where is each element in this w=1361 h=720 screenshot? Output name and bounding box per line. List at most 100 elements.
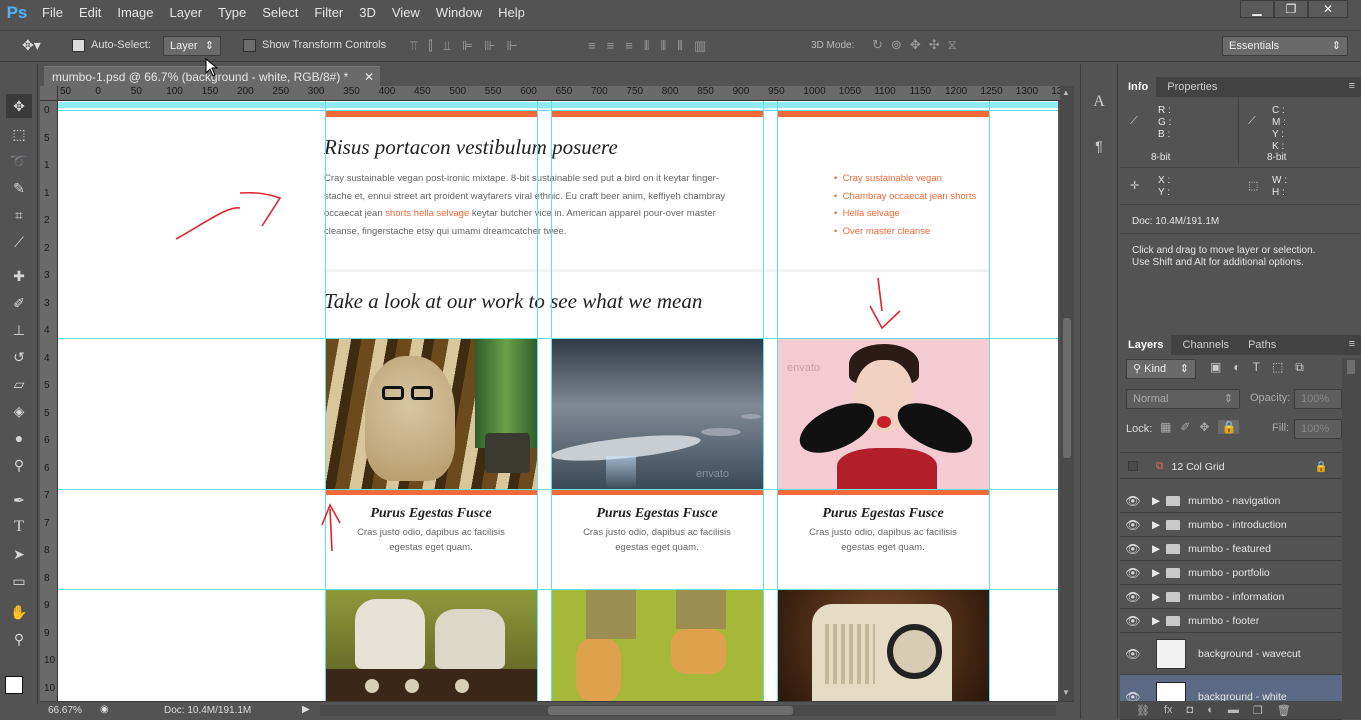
stamp-tool-icon[interactable]: ⊥ (6, 318, 32, 342)
zoom-level[interactable]: 66.67% (48, 705, 82, 716)
link-layers-icon[interactable]: ⛓ (1136, 704, 1150, 717)
layer-row[interactable]: 👁 ▶ mumbo - featured (1120, 537, 1342, 561)
menu-3d[interactable]: 3D (351, 0, 384, 26)
tab-layers[interactable]: Layers (1120, 335, 1172, 355)
layer-mask-icon[interactable]: ◘ (1187, 704, 1194, 716)
path-select-icon[interactable]: ➤ (6, 542, 32, 566)
crop-tool-icon[interactable]: ⌗ (6, 203, 32, 227)
filter-shape-icon[interactable]: ⬚ (1272, 360, 1283, 375)
type-tool-icon[interactable]: T (6, 515, 32, 539)
auto-select-checkbox[interactable] (72, 39, 85, 55)
distribute-bottom-icon[interactable]: ≡ (625, 38, 633, 54)
layers-scrollbar[interactable] (1342, 358, 1361, 719)
eye-icon[interactable]: 👁 (1120, 647, 1146, 661)
eye-icon[interactable]: 👁 (1120, 542, 1146, 556)
menu-help[interactable]: Help (490, 0, 533, 26)
layer-row[interactable]: 👁 ▶ mumbo - footer (1120, 609, 1342, 633)
horizontal-scrollbar[interactable] (320, 705, 1056, 716)
new-layer-icon[interactable]: ❐ (1253, 704, 1263, 717)
blur-tool-icon[interactable]: ● (6, 426, 32, 450)
menu-view[interactable]: View (384, 0, 428, 26)
align-left-icon[interactable]: ⊫ (462, 38, 473, 54)
restore-icon[interactable]: ❐ (1274, 0, 1308, 18)
layer-row[interactable]: 👁 ▶ mumbo - introduction (1120, 513, 1342, 537)
blend-mode-dropdown[interactable]: Normal ⇕ (1126, 389, 1240, 409)
3d-slide-icon[interactable]: ✣ (929, 37, 940, 53)
tab-properties[interactable]: Properties (1159, 77, 1225, 97)
filter-pixel-icon[interactable]: ▣ (1210, 360, 1221, 375)
expand-arrow-icon[interactable]: ▶ (1152, 495, 1160, 507)
shape-tool-icon[interactable]: ▭ (6, 569, 32, 593)
pen-tool-icon[interactable]: ✒ (6, 488, 32, 512)
panel-menu-icon[interactable]: ≡ (1349, 80, 1355, 92)
align-hcenter-icon[interactable]: ⊪ (484, 38, 495, 54)
expand-arrow-icon[interactable]: ▶ (1152, 543, 1160, 555)
menu-file[interactable]: File (34, 0, 71, 26)
align-top-icon[interactable]: ⫪ (410, 38, 417, 54)
distribute-left-icon[interactable]: ⦀ (644, 38, 650, 54)
lock-position-icon[interactable]: ✥ (1199, 420, 1209, 434)
hand-tool-icon[interactable]: ✋ (6, 600, 32, 624)
status-icon[interactable]: ◉ (100, 704, 109, 715)
show-transform-checkbox[interactable] (243, 39, 256, 55)
distribute-top-icon[interactable]: ≡ (588, 38, 596, 54)
filter-adjustment-icon[interactable]: ◐ (1233, 360, 1240, 375)
3d-orbit-icon[interactable]: ↻ (872, 37, 883, 53)
eraser-tool-icon[interactable]: ▱ (6, 372, 32, 396)
scroll-down-icon[interactable]: ▼ (1062, 688, 1070, 697)
menu-image[interactable]: Image (109, 0, 161, 26)
new-group-icon[interactable]: ▬ (1228, 704, 1239, 716)
distribute-right-icon[interactable]: ⦀ (677, 38, 683, 54)
quick-select-tool-icon[interactable]: ✎ (6, 176, 32, 200)
history-brush-icon[interactable]: ↺ (6, 345, 32, 369)
expand-arrow-icon[interactable]: ▶ (1152, 591, 1160, 603)
panel-menu-icon[interactable]: ≡ (1349, 338, 1355, 350)
intro-link[interactable]: shorts hella selvage (385, 208, 469, 219)
align-bottom-icon[interactable]: ⫫ (444, 38, 451, 54)
lock-all-icon[interactable]: 🔒 (1218, 420, 1240, 434)
3d-pan-icon[interactable]: ✥ (910, 37, 921, 53)
move-tool-icon[interactable]: ✥▾ (22, 37, 41, 54)
brush-tool-icon[interactable]: ✐ (6, 291, 32, 315)
scroll-thumb[interactable] (1063, 318, 1071, 458)
fill-field[interactable]: 100% (1294, 419, 1342, 439)
zoom-tool-icon[interactable]: ⚲ (6, 627, 32, 651)
adjustment-layer-icon[interactable]: ◐ (1207, 704, 1214, 716)
hscroll-thumb[interactable] (548, 706, 793, 715)
distribute-hcenter-icon[interactable]: ⦀ (661, 38, 667, 54)
tab-channels[interactable]: Channels (1175, 335, 1237, 355)
scroll-up-icon[interactable]: ▲ (1062, 88, 1070, 97)
foreground-color-swatch[interactable] (5, 676, 23, 694)
align-right-icon[interactable]: ⊩ (507, 38, 518, 54)
layer-row[interactable]: 👁 ▶ mumbo - information (1120, 585, 1342, 609)
menu-select[interactable]: Select (254, 0, 306, 26)
character-panel-icon[interactable]: A (1085, 88, 1113, 116)
layers-scroll-thumb[interactable] (1347, 360, 1355, 374)
delete-layer-icon[interactable]: 🗑 (1277, 704, 1291, 717)
layer-row[interactable]: ⧉ 12 Col Grid 🔒 (1120, 455, 1342, 479)
dodge-tool-icon[interactable]: ⚲ (6, 453, 32, 477)
lock-pixels-icon[interactable]: ✐ (1180, 420, 1190, 434)
layer-row[interactable]: 👁 background - wavecut (1120, 633, 1342, 675)
expand-arrow-icon[interactable]: ▶ (1152, 615, 1160, 627)
move-tool-icon[interactable]: ✥ (6, 94, 32, 118)
paragraph-panel-icon[interactable]: ¶ (1085, 132, 1113, 160)
expand-arrow-icon[interactable]: ▶ (1152, 519, 1160, 531)
menu-type[interactable]: Type (210, 0, 254, 26)
menu-layer[interactable]: Layer (162, 0, 211, 26)
3d-scale-icon[interactable]: ⧖ (948, 37, 957, 53)
eye-icon[interactable]: 👁 (1120, 590, 1146, 604)
eyedropper-tool-icon[interactable]: ⟋ (6, 230, 32, 254)
close-icon[interactable]: ✕ (1308, 0, 1348, 18)
document-canvas[interactable]: Risus portacon vestibulum posuere Cray s… (58, 101, 1058, 701)
align-vcenter-icon[interactable]: ⫿ (428, 38, 432, 54)
layer-row[interactable]: 👁 ▶ mumbo - navigation (1120, 489, 1342, 513)
visibility-toggle[interactable] (1120, 460, 1146, 474)
eye-icon[interactable]: 👁 (1120, 614, 1146, 628)
workspace-dropdown[interactable]: Essentials ⇕ (1222, 36, 1348, 56)
lasso-tool-icon[interactable]: ➰ (6, 149, 32, 173)
marquee-tool-icon[interactable]: ⬚ (6, 122, 32, 146)
layer-row[interactable]: 👁 ▶ mumbo - portfolio (1120, 561, 1342, 585)
status-menu-icon[interactable]: ▶ (302, 704, 310, 715)
menu-window[interactable]: Window (428, 0, 490, 26)
